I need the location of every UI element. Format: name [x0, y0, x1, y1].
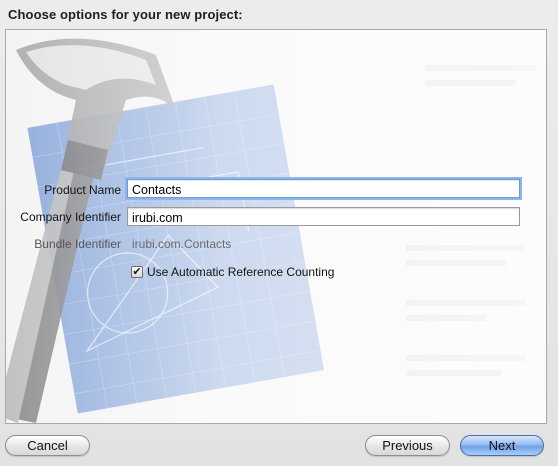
background-wash: [6, 30, 546, 423]
arc-checkbox-label[interactable]: Use Automatic Reference Counting: [147, 265, 334, 279]
company-identifier-field[interactable]: [127, 207, 520, 226]
previous-button[interactable]: Previous: [365, 435, 450, 456]
company-identifier-label: Company Identifier: [20, 210, 121, 224]
bundle-identifier-label: Bundle Identifier: [34, 237, 121, 251]
cancel-button[interactable]: Cancel: [5, 435, 90, 456]
product-name-field[interactable]: [127, 179, 520, 198]
options-panel: Product Name Company Identifier Bundle I…: [5, 29, 547, 424]
arc-checkbox[interactable]: ✔: [131, 266, 143, 278]
new-project-options-sheet: Choose options for your new project: Pro…: [0, 0, 558, 466]
dialog-heading: Choose options for your new project:: [8, 7, 243, 22]
next-button[interactable]: Next: [460, 435, 544, 456]
bundle-identifier-value: irubi.com.Contacts: [132, 237, 232, 251]
product-name-label: Product Name: [44, 183, 121, 197]
